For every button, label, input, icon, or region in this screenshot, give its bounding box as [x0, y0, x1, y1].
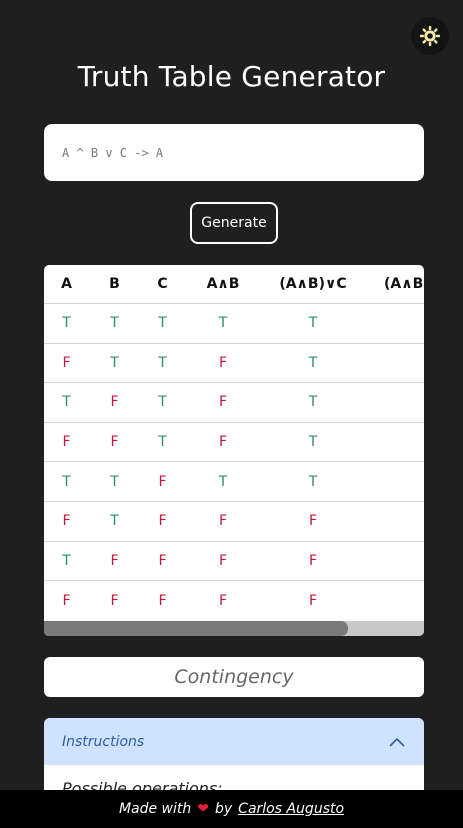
table-cell: F [218, 434, 228, 451]
table-cell: F [110, 552, 119, 569]
column-header: A∧B [206, 276, 240, 292]
table-row: FFTFT [44, 423, 424, 463]
classification-result: Contingency [44, 657, 424, 697]
table-header-row: A B C A∧B (A∧B)∨C (A∧B [44, 265, 424, 304]
theme-toggle-button[interactable] [411, 17, 449, 55]
gear-icon [419, 25, 441, 47]
table-cell: F [218, 513, 228, 530]
table-cell: F [308, 552, 318, 569]
footer: Made with ❤ by Carlos Augusto [0, 790, 463, 828]
column-header: (A∧B)∨C [279, 276, 347, 292]
table-cell: F [158, 513, 167, 530]
column-header: (A∧B [384, 276, 424, 292]
footer-made-with: Made with [118, 801, 192, 817]
table-cell: T [110, 354, 119, 371]
table-row: FFFFF [44, 581, 424, 621]
table-cell: T [308, 434, 318, 451]
table-cell: T [218, 315, 228, 332]
table-cell: T [218, 473, 228, 490]
table-body: T T T T T F T T F T T F T F T F F T F T T T F T T F T F F F T F F F F F F F F F [44, 304, 424, 621]
footer-by: by [215, 801, 233, 817]
table-cell: T [158, 394, 167, 411]
table-cell: T [62, 394, 71, 411]
author-link[interactable]: Carlos Augusto [238, 801, 344, 817]
table-row: TTFTT [44, 462, 424, 502]
table-cell: T [110, 513, 119, 530]
table-cell: T [158, 315, 167, 332]
table-cell: F [218, 552, 228, 569]
table-cell: T [62, 315, 71, 332]
column-header: B [109, 276, 120, 292]
generate-button[interactable]: Generate [190, 202, 278, 244]
table-cell: T [62, 473, 71, 490]
scrollbar-thumb[interactable] [44, 621, 348, 636]
table-row: TFFFF [44, 542, 424, 582]
table-cell: F [62, 513, 71, 530]
table-cell: F [158, 592, 167, 609]
table-cell: F [158, 552, 167, 569]
table-cell: F [158, 473, 167, 490]
table-row: FTFFF [44, 502, 424, 542]
table-row: FTTFT [44, 344, 424, 384]
table-cell: T [158, 434, 167, 451]
table-cell: F [62, 354, 71, 371]
column-header: C [157, 276, 168, 292]
table-cell: T [308, 394, 318, 411]
table-cell: F [62, 592, 71, 609]
table-cell: F [218, 592, 228, 609]
table-cell: T [308, 354, 318, 371]
page-title: Truth Table Generator [77, 60, 386, 93]
instructions-toggle[interactable]: Instructions [44, 718, 424, 765]
table-cell: T [110, 315, 119, 332]
table-row: TTTTT [44, 304, 424, 344]
table-cell: T [110, 473, 119, 490]
table-row: TFTFT [44, 383, 424, 423]
table-cell: F [110, 592, 119, 609]
table-cell: F [62, 434, 71, 451]
table-cell: F [308, 592, 318, 609]
heart-icon: ❤ [197, 801, 209, 817]
horizontal-scrollbar[interactable] [44, 621, 424, 636]
table-cell: F [218, 354, 228, 371]
column-header: A [61, 276, 72, 292]
truth-table[interactable]: A B C A∧B (A∧B)∨C (A∧B T T T T T F T T F T T F T F T F F… [44, 265, 424, 636]
table-cell: F [110, 434, 119, 451]
table-cell: F [110, 394, 119, 411]
table-cell: T [308, 315, 318, 332]
table-cell: F [218, 394, 228, 411]
table-cell: F [308, 513, 318, 530]
table-cell: T [308, 473, 318, 490]
expression-field[interactable] [44, 124, 424, 181]
table-cell: T [158, 354, 167, 371]
table-cell: T [62, 552, 71, 569]
expression-input[interactable] [62, 145, 424, 160]
chevron-up-icon [389, 737, 405, 747]
instructions-title: Instructions [62, 733, 145, 750]
